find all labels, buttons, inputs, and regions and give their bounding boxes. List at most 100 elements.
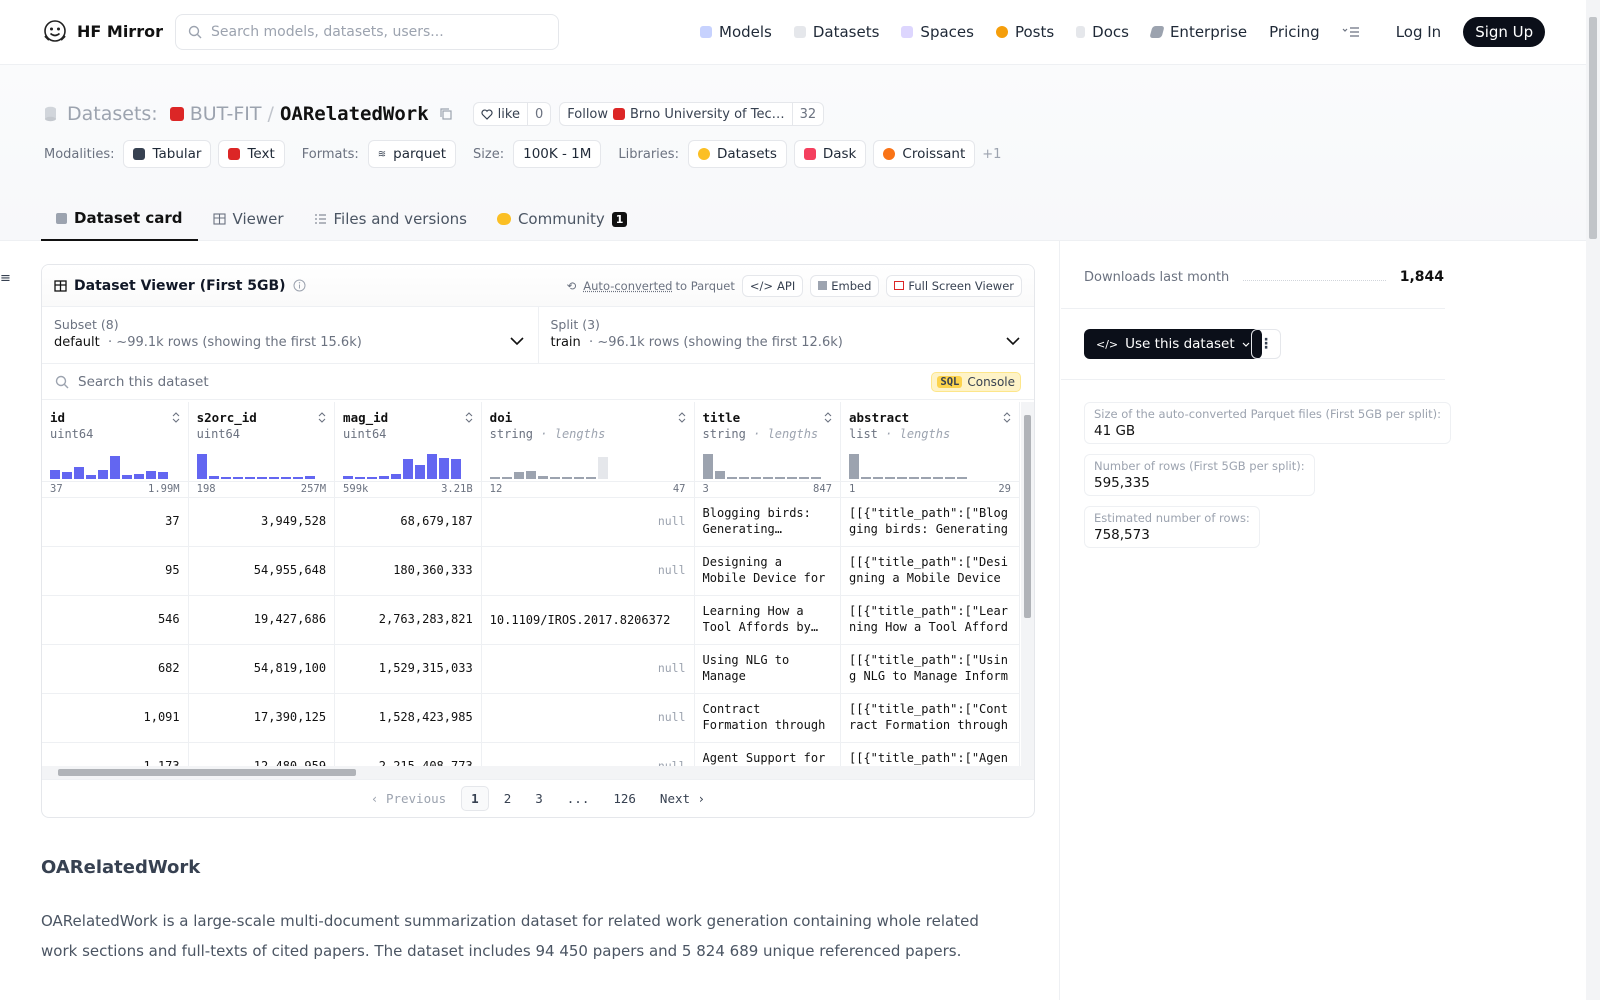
histogram-bar[interactable] <box>292 476 303 479</box>
embed-button[interactable]: Embed <box>810 274 880 297</box>
histogram-bar[interactable] <box>86 474 96 479</box>
histogram-bar[interactable] <box>304 475 315 479</box>
histogram-bar[interactable] <box>786 476 797 479</box>
brand[interactable]: HF Mirror <box>42 18 163 44</box>
tab-dataset-card[interactable]: Dataset card <box>41 197 198 241</box>
histogram-bar[interactable] <box>439 457 450 479</box>
table-row[interactable]: 1,173 12,480,959 2,215,408,773 null Agent Su… <box>42 742 1020 766</box>
tag-dask[interactable]: Dask <box>793 140 867 168</box>
column-histogram[interactable] <box>702 451 821 479</box>
full-screen-button[interactable]: Full Screen Viewer <box>886 274 1022 297</box>
histogram-bar[interactable] <box>122 474 132 479</box>
histogram-bar[interactable] <box>343 475 354 479</box>
cell-abstract[interactable]: [[{"title_path":["Learning How a Tool Af… <box>840 595 1020 645</box>
sort-icon[interactable] <box>172 412 180 423</box>
histogram-bar[interactable] <box>702 453 713 479</box>
cell-title[interactable]: Agent Support for <box>694 742 842 766</box>
column-header-abstract[interactable]: abstract list · lengths 1 29 <box>840 402 1020 498</box>
column-header-mag_id[interactable]: mag_id uint64 599k 3.21B <box>334 402 482 498</box>
histogram-bar[interactable] <box>921 476 931 479</box>
cell-s2orc_id[interactable]: 17,390,125 <box>188 693 336 743</box>
pager-page[interactable]: 3 <box>526 787 552 810</box>
cell-id[interactable]: 1,173 <box>42 742 189 766</box>
histogram-bar[interactable] <box>810 476 821 479</box>
histogram-bar[interactable] <box>50 469 60 479</box>
signup-button[interactable]: Sign Up <box>1463 17 1546 47</box>
histogram-bar[interactable] <box>774 476 785 479</box>
cell-s2orc_id[interactable]: 3,949,528 <box>188 497 336 547</box>
histogram-bar[interactable] <box>268 476 279 479</box>
histogram-bar[interactable] <box>244 476 255 479</box>
data-table-viewport[interactable]: id uint64 37 1.99M s2orc_id uint64 198 257M mag_… <box>42 402 1020 766</box>
column-header-s2orc_id[interactable]: s2orc_id uint64 198 257M <box>188 402 336 498</box>
cell-id[interactable]: 95 <box>42 546 189 596</box>
sort-icon[interactable] <box>465 412 473 423</box>
cell-mag_id[interactable]: 1,529,315,033 <box>334 644 482 694</box>
nav-posts[interactable]: Posts <box>995 23 1054 41</box>
sql-console-button[interactable]: SQL Console <box>931 371 1021 392</box>
histogram-bar[interactable] <box>714 470 725 479</box>
tag-size[interactable]: 100K - 1M <box>513 140 602 168</box>
histogram-bar[interactable] <box>110 455 120 479</box>
subset-select[interactable]: Subset (8) default · ~99.1k rows (showin… <box>42 307 538 363</box>
histogram-bar[interactable] <box>415 464 426 479</box>
cell-doi[interactable]: null <box>481 693 695 743</box>
column-histogram[interactable] <box>50 451 168 479</box>
tab-viewer[interactable]: Viewer <box>198 197 299 241</box>
auto-converted-link[interactable]: Auto-converted <box>583 279 672 293</box>
cell-mag_id[interactable]: 2,215,408,773 <box>334 742 482 766</box>
cell-doi[interactable]: null <box>481 546 695 596</box>
histogram-bar[interactable] <box>861 476 871 479</box>
histogram-bar[interactable] <box>403 458 414 479</box>
histogram-bar[interactable] <box>256 476 267 479</box>
nav-spaces[interactable]: Spaces <box>901 23 974 41</box>
vertical-scroll-thumb[interactable] <box>1024 415 1031 618</box>
table-row[interactable]: 1,091 17,390,125 1,528,423,985 null Contract… <box>42 693 1020 743</box>
cell-mag_id[interactable]: 1,528,423,985 <box>334 693 482 743</box>
histogram-bar[interactable] <box>561 476 572 479</box>
cell-s2orc_id[interactable]: 54,955,648 <box>188 546 336 596</box>
histogram-bar[interactable] <box>933 476 943 479</box>
pager-page[interactable]: 2 <box>495 787 521 810</box>
histogram-bar[interactable] <box>798 476 809 479</box>
histogram-bar[interactable] <box>134 473 144 479</box>
pager-next[interactable]: Next › <box>651 787 714 810</box>
horizontal-scroll-thumb[interactable] <box>58 769 356 776</box>
histogram-bar[interactable] <box>355 476 366 479</box>
histogram-bar[interactable] <box>280 476 291 479</box>
pager-page[interactable]: 126 <box>604 787 645 810</box>
sort-icon[interactable] <box>1003 412 1011 423</box>
histogram-bar[interactable] <box>573 476 584 479</box>
histogram-bar[interactable] <box>220 476 231 479</box>
repo-name[interactable]: OARelatedWork <box>280 103 429 125</box>
histogram-bar[interactable] <box>158 471 168 479</box>
cell-s2orc_id[interactable]: 12,480,959 <box>188 742 336 766</box>
cell-mag_id[interactable]: 68,679,187 <box>334 497 482 547</box>
tag-text[interactable]: Text <box>218 140 285 168</box>
use-dataset-button[interactable]: </> Use this dataset <box>1084 329 1262 359</box>
cell-mag_id[interactable]: 2,763,283,821 <box>334 595 482 645</box>
column-header-title[interactable]: title string · lengths 3 847 <box>694 402 842 498</box>
histogram-bar[interactable] <box>379 475 390 479</box>
cell-s2orc_id[interactable]: 54,819,100 <box>188 644 336 694</box>
tag-parquet[interactable]: ≋ parquet <box>367 140 457 168</box>
table-row[interactable]: 546 19,427,686 2,763,283,821 10.1109/IROS.2… <box>42 595 1020 645</box>
histogram-bar[interactable] <box>146 470 156 479</box>
cell-title[interactable]: Learning How a Tool Affords by… <box>694 595 842 645</box>
tag-croissant[interactable]: Croissant <box>873 140 976 168</box>
histogram-bar[interactable] <box>208 475 219 479</box>
tag-tabular[interactable]: Tabular <box>123 140 212 168</box>
cell-title[interactable]: Designing a Mobile Device for Pre-… <box>694 546 842 596</box>
histogram-bar[interactable] <box>750 476 761 479</box>
histogram-bar[interactable] <box>549 476 560 479</box>
pager-page[interactable]: 1 <box>461 786 489 811</box>
split-select[interactable]: Split (3) train · ~96.1k rows (showing t… <box>537 307 1035 363</box>
org-link[interactable]: BUT-FIT <box>190 103 262 125</box>
like-button[interactable]: like 0 <box>472 102 552 126</box>
cell-id[interactable]: 1,091 <box>42 693 189 743</box>
libraries-more[interactable]: +1 <box>982 147 1001 162</box>
histogram-bar[interactable] <box>427 453 438 479</box>
column-histogram[interactable] <box>343 451 462 479</box>
cell-abstract[interactable]: [[{"title_path":["Agent <box>840 742 1020 766</box>
histogram-bar[interactable] <box>597 456 608 479</box>
